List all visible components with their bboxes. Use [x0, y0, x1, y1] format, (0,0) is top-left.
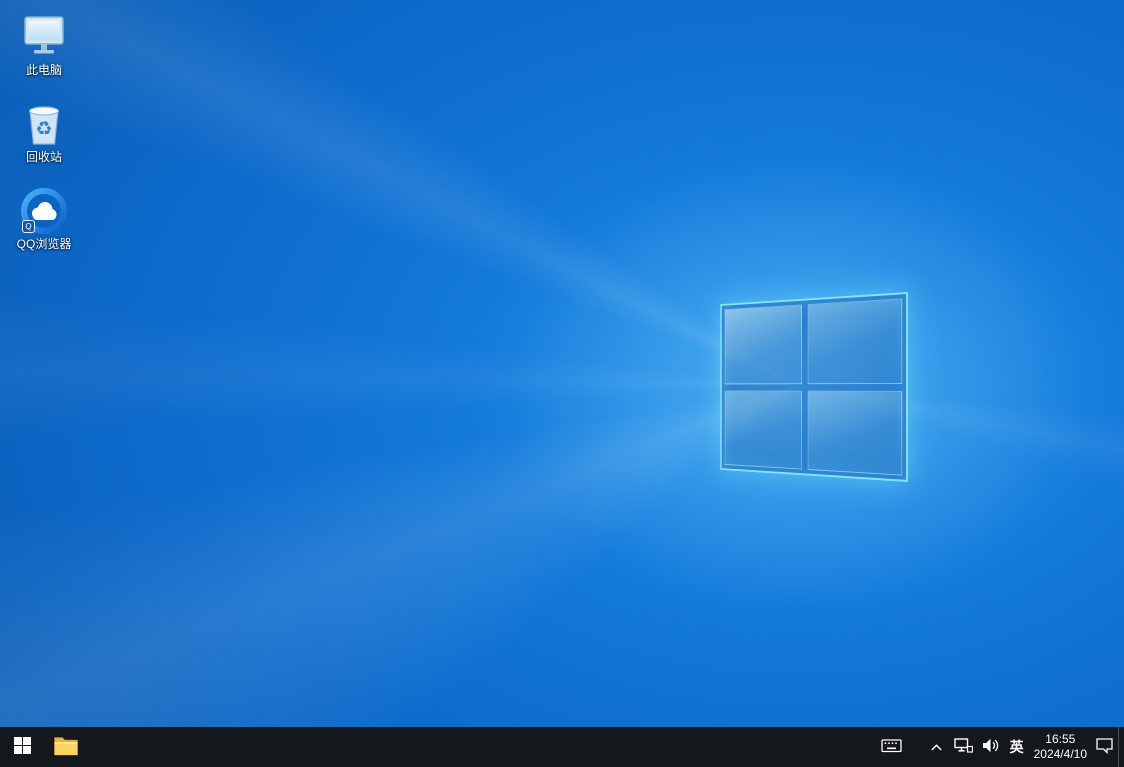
start-button[interactable] [0, 727, 44, 767]
desktop-wallpaper: 此电脑 ♻ 回收站 [0, 0, 1124, 727]
desktop-icon-label: 回收站 [26, 150, 62, 164]
system-tray: 英 16:55 2024/4/10 [877, 727, 1124, 767]
desktop-icon-this-pc[interactable]: 此电脑 [6, 8, 82, 82]
desktop-icon-label: QQ浏览器 [17, 237, 72, 251]
chevron-up-icon [930, 740, 943, 755]
windows-logo-pane [725, 390, 802, 469]
desktop-icon-recycle-bin[interactable]: ♻ 回收站 [6, 95, 82, 169]
clock-time: 16:55 [1045, 732, 1075, 747]
this-pc-icon [20, 13, 68, 61]
network-ethernet-icon [954, 737, 973, 757]
show-desktop-button[interactable] [1118, 727, 1124, 767]
clock[interactable]: 16:55 2024/4/10 [1030, 727, 1091, 767]
ime-indicator[interactable]: 英 [1004, 727, 1030, 767]
desktop-icon-qq-browser[interactable]: Q QQ浏览器 [6, 182, 82, 256]
clock-date: 2024/4/10 [1034, 747, 1087, 762]
windows-logo-wallpaper [720, 292, 908, 482]
action-center-button[interactable] [1091, 727, 1118, 767]
hidden-icons-button[interactable] [924, 727, 950, 767]
svg-text:♻: ♻ [35, 119, 52, 140]
windows-start-icon [14, 737, 31, 757]
file-explorer-icon [53, 734, 79, 761]
qq-browser-icon: Q [20, 187, 68, 235]
speaker-icon [981, 737, 1000, 757]
windows-desktop-screen: 此电脑 ♻ 回收站 [0, 0, 1124, 767]
qq-browser-badge-icon: Q [22, 220, 35, 233]
action-center-icon [1095, 737, 1114, 757]
touch-keyboard-button[interactable] [877, 727, 906, 767]
touch-keyboard-icon [881, 737, 902, 757]
network-button[interactable] [950, 727, 977, 767]
file-explorer-button[interactable] [44, 727, 88, 767]
recycle-bin-icon: ♻ [20, 100, 68, 148]
windows-logo-pane [807, 390, 902, 475]
taskbar: 英 16:55 2024/4/10 [0, 727, 1124, 767]
windows-logo-pane [725, 304, 802, 383]
desktop-icon-column: 此电脑 ♻ 回收站 [6, 8, 82, 269]
desktop-icon-label: 此电脑 [26, 63, 62, 77]
volume-button[interactable] [977, 727, 1004, 767]
windows-logo-pane [807, 298, 902, 383]
wallpaper-logo-glow [0, 0, 1124, 727]
